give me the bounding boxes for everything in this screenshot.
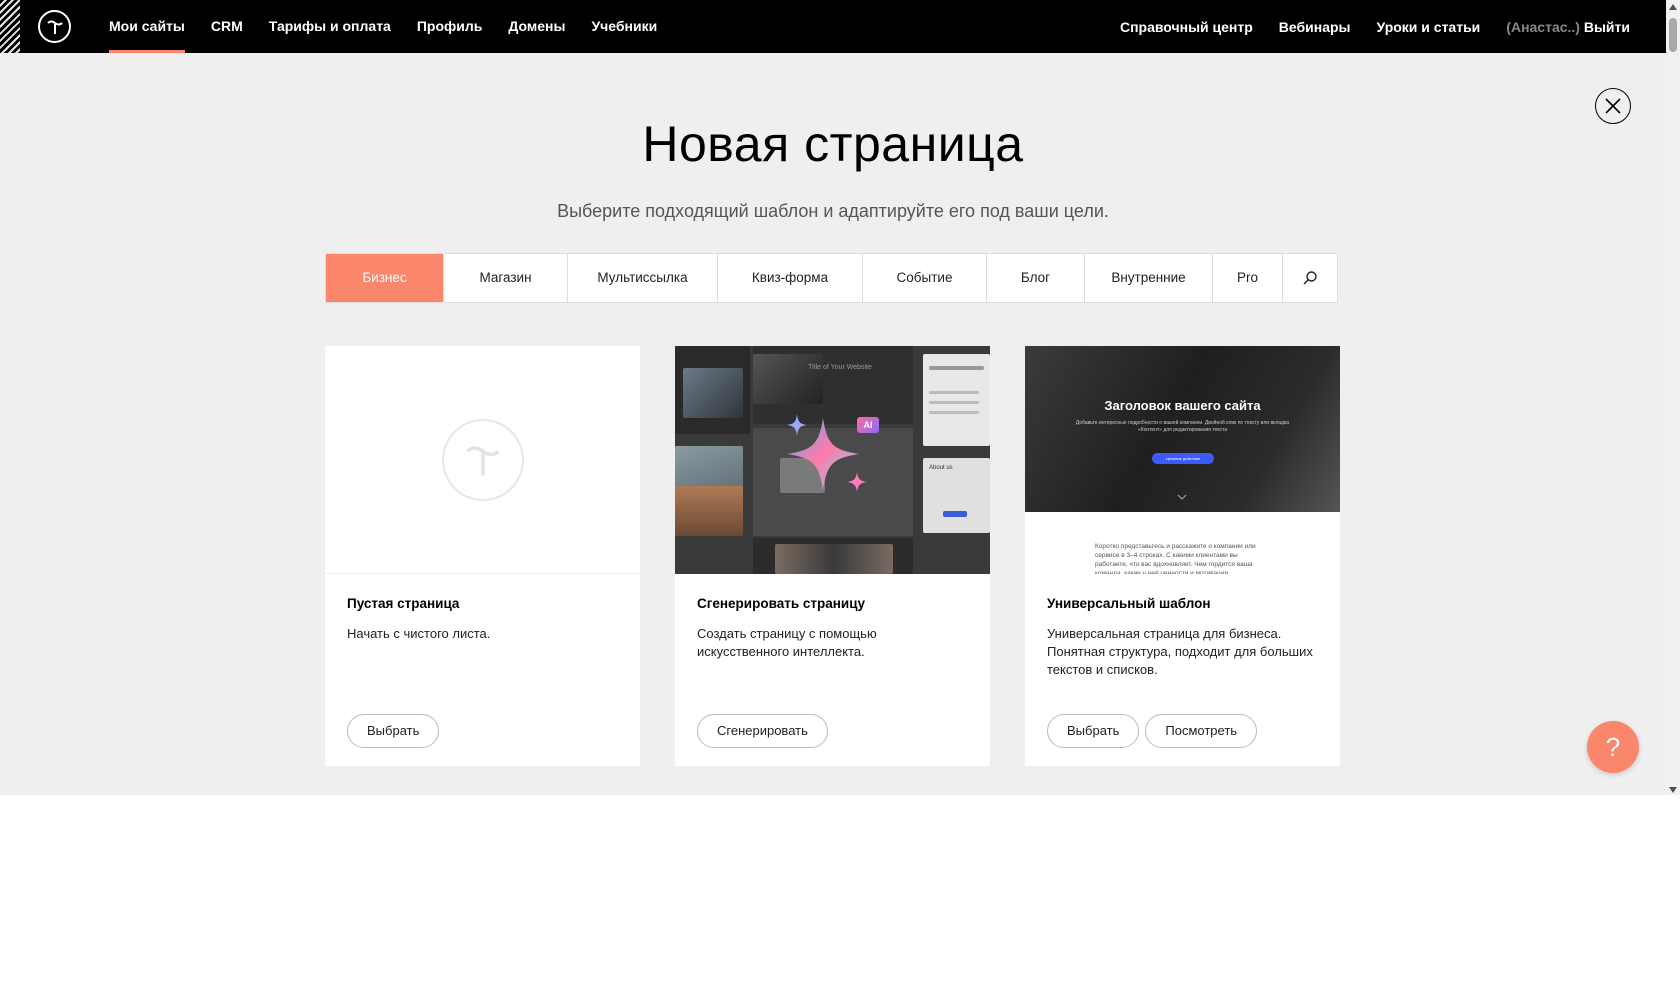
- new-page-modal: Новая страница Выберите подходящий шабло…: [0, 53, 1666, 795]
- search-icon: [1303, 271, 1317, 285]
- primary-nav: Мои сайты CRM Тарифы и оплата Профиль До…: [96, 0, 670, 53]
- tab-blog[interactable]: Блог: [987, 254, 1085, 302]
- nav-lessons[interactable]: Уроки и статьи: [1377, 19, 1481, 35]
- preview-button[interactable]: Посмотреть: [1145, 714, 1258, 748]
- universal-preview: Заголовок вашего сайта Добавьте интересн…: [1025, 346, 1340, 574]
- card-body: Пустая страница Начать с чистого листа.: [347, 596, 620, 643]
- template-card-generate[interactable]: Title of Your Website About us AI Сгенер…: [675, 346, 990, 766]
- preview-hero-subtitle: Добавьте интересные подробности о вашей …: [1075, 420, 1290, 433]
- nav-webinars[interactable]: Вебинары: [1279, 19, 1351, 35]
- tab-internal[interactable]: Внутренние: [1085, 254, 1213, 302]
- tab-multilink[interactable]: Мультиссылка: [568, 254, 718, 302]
- tab-shop[interactable]: Магазин: [444, 254, 568, 302]
- category-tabs: Бизнес Магазин Мультиссылка Квиз-форма С…: [325, 253, 1338, 303]
- app-root: Мои сайты CRM Тарифы и оплата Профиль До…: [0, 0, 1680, 985]
- nav-crm[interactable]: CRM: [198, 0, 256, 53]
- preview-body-text: Коротко представьтесь и расскажите о ком…: [1095, 543, 1256, 574]
- page-title: Новая страница: [642, 116, 1024, 172]
- ai-preview: Title of Your Website About us AI: [675, 346, 990, 574]
- scroll-up-arrow-icon[interactable]: [1669, 4, 1677, 10]
- user-logout[interactable]: (Анастас..) Выйти: [1506, 19, 1630, 35]
- card-description: Создать страницу с помощью искусственног…: [697, 626, 877, 659]
- card-title: Сгенерировать страницу: [697, 596, 866, 611]
- page-subtitle: Выберите подходящий шаблон и адаптируйте…: [557, 201, 1109, 221]
- scroll-thumb[interactable]: [1669, 18, 1677, 52]
- card-actions: Выбрать Посмотреть: [1047, 714, 1258, 748]
- preview-hero-title: Заголовок вашего сайта: [1104, 398, 1261, 413]
- tilda-logo-icon[interactable]: [38, 10, 71, 43]
- tab-business[interactable]: Бизнес: [326, 254, 444, 302]
- chevron-down-icon: [1177, 494, 1187, 500]
- nav-pricing[interactable]: Тарифы и оплата: [256, 0, 404, 53]
- top-navigation-bar: Мои сайты CRM Тарифы и оплата Профиль До…: [0, 0, 1666, 53]
- zigzag-pattern: [0, 0, 20, 53]
- question-icon: ?: [1605, 731, 1621, 762]
- close-icon: [1605, 98, 1621, 114]
- logout-label: Выйти: [1583, 18, 1630, 35]
- preview-hero: Заголовок вашего сайта Добавьте интересн…: [1025, 346, 1340, 512]
- select-button[interactable]: Выбрать: [1047, 714, 1140, 748]
- preview-website-title: Title of Your Website: [808, 364, 872, 371]
- tab-event[interactable]: Событие: [863, 254, 987, 302]
- secondary-nav: Справочный центр Вебинары Уроки и статьи…: [1120, 0, 1630, 53]
- card-title: Пустая страница: [347, 596, 460, 611]
- card-description: Универсальная страница для бизнеса. Поня…: [1047, 626, 1313, 677]
- user-name: (Анастас..): [1506, 18, 1580, 35]
- select-button[interactable]: Выбрать: [347, 714, 440, 748]
- vertical-scrollbar[interactable]: [1666, 0, 1680, 795]
- template-card-universal[interactable]: Заголовок вашего сайта Добавьте интересн…: [1025, 346, 1340, 766]
- nav-tutorials[interactable]: Учебники: [578, 0, 670, 53]
- tab-quiz-form[interactable]: Квиз-форма: [718, 254, 863, 302]
- preview-hero-button: Целевое действие: [1152, 453, 1214, 464]
- nav-my-sites[interactable]: Мои сайты: [96, 0, 198, 53]
- preview-about-label: About us: [929, 465, 953, 471]
- tilda-logo-placeholder-icon: [441, 418, 524, 501]
- card-title: Универсальный шаблон: [1047, 596, 1211, 611]
- card-body: Сгенерировать страницу Создать страницу …: [697, 596, 970, 661]
- tab-pro[interactable]: Pro: [1213, 254, 1283, 302]
- card-actions: Выбрать: [347, 714, 440, 748]
- ai-badge: AI: [857, 417, 879, 433]
- nav-help-center[interactable]: Справочный центр: [1120, 19, 1253, 35]
- template-card-blank[interactable]: Пустая страница Начать с чистого листа. …: [325, 346, 640, 766]
- help-button[interactable]: ?: [1587, 721, 1639, 773]
- card-description: Начать с чистого листа.: [347, 626, 491, 641]
- nav-domains[interactable]: Домены: [495, 0, 578, 53]
- scroll-down-arrow-icon[interactable]: [1669, 787, 1677, 793]
- blank-preview: [325, 346, 640, 574]
- nav-profile[interactable]: Профиль: [404, 0, 496, 53]
- generate-button[interactable]: Сгенерировать: [697, 714, 828, 748]
- card-body: Универсальный шаблон Универсальная стран…: [1047, 596, 1320, 679]
- card-actions: Сгенерировать: [697, 714, 828, 748]
- tab-search[interactable]: [1283, 254, 1337, 302]
